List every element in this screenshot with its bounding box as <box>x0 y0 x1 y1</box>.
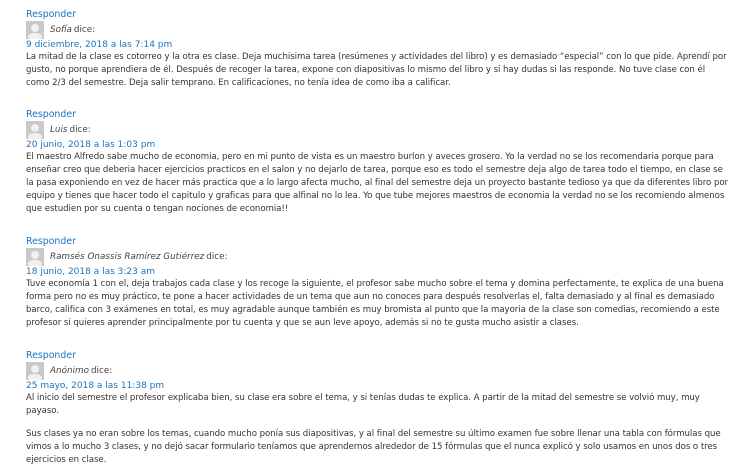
comment-author: Anónimo <box>50 366 89 376</box>
comment-date-link[interactable]: 20 junio, 2018 a las 1:03 pm <box>26 139 731 151</box>
avatar <box>26 362 44 380</box>
comment-1: Responder Sofía dice: 9 diciembre, 2018 … <box>26 9 731 90</box>
comment-4: Responder Anónimo dice: 25 mayo, 2018 a … <box>26 350 731 467</box>
comment-text: Sus clases ya no eran sobre los temas, c… <box>26 429 721 465</box>
says-label: dice: <box>90 366 113 376</box>
comment-text: Tuve economía 1 con el, deja trabajos ca… <box>26 279 724 328</box>
comment-3: Responder Ramsés Onassis Ramírez Gutiérr… <box>26 236 731 330</box>
comment-2: Responder Luis dice: 20 junio, 2018 a la… <box>26 109 731 216</box>
avatar <box>26 21 44 39</box>
comment-date-link[interactable]: 18 junio, 2018 a las 3:23 am <box>26 266 731 278</box>
says-label: dice: <box>69 125 91 135</box>
avatar <box>26 121 44 139</box>
comment-date-link[interactable]: 9 diciembre, 2018 a las 7:14 pm <box>26 39 731 51</box>
comment-author: Sofía <box>50 25 72 35</box>
comment-text: Al inicio del semestre el profesor expli… <box>26 393 700 416</box>
comment-author-row: Anónimo dice: <box>26 362 731 380</box>
avatar <box>26 248 44 266</box>
says-label: dice: <box>73 25 96 35</box>
comment-author-row: Ramsés Onassis Ramírez Gutiérrez dice: <box>26 248 731 266</box>
reply-link[interactable]: Responder <box>26 236 731 247</box>
reply-link[interactable]: Responder <box>26 9 731 20</box>
comment-author: Ramsés Onassis Ramírez Gutiérrez <box>50 252 205 262</box>
comment-date-link[interactable]: 25 mayo, 2018 a las 11:38 pm <box>26 380 731 392</box>
says-label: dice: <box>206 252 228 262</box>
comment-author: Luis <box>50 125 68 135</box>
reply-link[interactable]: Responder <box>26 109 731 120</box>
comment-text: La mitad de la clase es cotorreo y la ot… <box>26 52 727 88</box>
reply-link[interactable]: Responder <box>26 350 731 361</box>
comment-author-row: Luis dice: <box>26 121 731 139</box>
comment-author-row: Sofía dice: <box>26 21 731 39</box>
comment-text: El maestro Alfredo sabe mucho de economi… <box>26 152 729 214</box>
